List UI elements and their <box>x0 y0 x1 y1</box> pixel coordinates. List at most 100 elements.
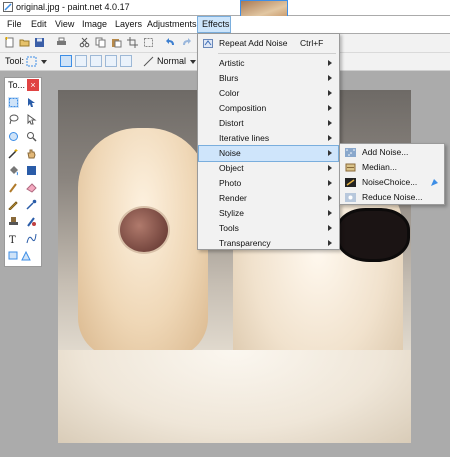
blend-mode-select[interactable]: Normal <box>157 56 186 66</box>
menu-item-render[interactable]: Render <box>199 191 338 206</box>
menu-item-blurs[interactable]: Blurs <box>199 71 338 86</box>
tool-dropdown-arrow-icon[interactable] <box>41 60 47 64</box>
zoom-icon[interactable] <box>26 131 37 142</box>
tools-label: Tools <box>219 223 239 233</box>
gradient-icon[interactable] <box>26 165 37 176</box>
antialiasing-icon[interactable] <box>143 56 154 67</box>
noisechoice-icon <box>345 178 356 187</box>
selection-mode-intersect-button[interactable] <box>105 55 117 67</box>
paintnet-app-icon <box>3 2 13 12</box>
menu-item-tools[interactable]: Tools <box>199 221 338 236</box>
submenu-arrow-icon <box>328 105 332 111</box>
submenu-arrow-icon <box>328 210 332 216</box>
menu-item-photo[interactable]: Photo <box>199 176 338 191</box>
blend-mode-dropdown-arrow-icon[interactable] <box>190 60 196 64</box>
tools-window-close-button[interactable]: × <box>27 79 39 91</box>
noise-label: Noise <box>219 148 241 158</box>
save-icon[interactable] <box>34 37 45 48</box>
menu-item-stylize[interactable]: Stylize <box>199 206 338 221</box>
paintbrush-icon[interactable] <box>8 182 19 193</box>
menu-item-artistic[interactable]: Artistic <box>199 56 338 71</box>
open-icon[interactable] <box>19 37 30 48</box>
menu-layers[interactable]: Layers <box>111 16 146 33</box>
line-curve-icon[interactable] <box>26 233 37 244</box>
color-picker-icon[interactable] <box>26 199 37 210</box>
window-title: original.jpg - paint.net 4.0.17 <box>16 2 130 12</box>
pan-hand-icon[interactable] <box>26 148 37 159</box>
iterative-lines-label: Iterative lines <box>219 133 270 143</box>
menu-edit[interactable]: Edit <box>27 16 51 33</box>
paste-icon[interactable] <box>111 37 122 48</box>
text-tool-icon[interactable]: T <box>8 233 19 244</box>
clone-stamp-icon[interactable] <box>8 216 19 227</box>
selection-mode-replace-button[interactable] <box>60 55 72 67</box>
paint-bucket-icon[interactable] <box>8 165 19 176</box>
undo-icon[interactable] <box>165 37 176 48</box>
menu-item-transparency[interactable]: Transparency <box>199 236 338 251</box>
submenu-item-noisechoice[interactable]: NoiseChoice... <box>341 175 443 190</box>
render-label: Render <box>219 193 247 203</box>
submenu-arrow-icon <box>328 60 332 66</box>
distort-label: Distort <box>219 118 244 128</box>
menu-separator <box>218 53 336 54</box>
submenu-arrow-icon <box>328 120 332 126</box>
menu-file[interactable]: File <box>3 16 26 33</box>
rectangle-select-tool-icon[interactable] <box>26 56 37 67</box>
repeat-add-noise-label: Repeat Add Noise <box>219 38 288 48</box>
eraser-icon[interactable] <box>26 182 37 193</box>
tools-window-header[interactable]: To... × <box>5 78 41 93</box>
svg-text:T: T <box>9 235 16 244</box>
artistic-label: Artistic <box>219 58 245 68</box>
deselect-icon[interactable] <box>143 37 154 48</box>
menu-image[interactable]: Image <box>78 16 111 33</box>
tool-label: Tool: <box>5 56 25 66</box>
sunglasses-right-figure <box>336 208 410 262</box>
menu-adjustments[interactable]: Adjustments <box>143 16 201 33</box>
selection-mode-xor-button[interactable] <box>120 55 132 67</box>
copy-icon[interactable] <box>95 37 106 48</box>
selection-mode-exclude-button[interactable] <box>90 55 102 67</box>
new-image-icon[interactable] <box>4 37 15 48</box>
menu-item-distort[interactable]: Distort <box>199 116 338 131</box>
print-icon[interactable] <box>56 37 67 48</box>
menu-view[interactable]: View <box>51 16 78 33</box>
color-label: Color <box>219 88 240 98</box>
submenu-arrow-icon <box>328 225 332 231</box>
submenu-item-reduce-noise[interactable]: Reduce Noise... <box>341 190 443 205</box>
menu-item-iterative-lines[interactable]: Iterative lines <box>199 131 338 146</box>
menu-item-repeat-add-noise[interactable]: Repeat Add Noise Ctrl+F <box>199 36 338 51</box>
submenu-arrow-icon <box>328 240 332 246</box>
menu-effects[interactable]: Effects <box>197 16 231 33</box>
cut-icon[interactable] <box>79 37 90 48</box>
menu-item-composition[interactable]: Composition <box>199 101 338 116</box>
sunglasses-left-figure <box>118 206 170 254</box>
lasso-select-icon[interactable] <box>8 114 19 125</box>
move-selected-icon[interactable] <box>26 97 37 108</box>
menu-item-object[interactable]: Object <box>199 161 338 176</box>
submenu-arrow-icon <box>328 195 332 201</box>
submenu-arrow-icon <box>328 150 332 156</box>
redo-icon[interactable] <box>181 37 192 48</box>
repeat-add-noise-shortcut: Ctrl+F <box>300 38 324 48</box>
median-icon <box>345 163 356 172</box>
add-noise-icon <box>345 148 356 157</box>
submenu-item-median[interactable]: Median... <box>341 160 443 175</box>
tools-window: To... × T <box>4 77 42 267</box>
shapes-icon[interactable] <box>8 250 37 261</box>
pencil-icon[interactable] <box>8 199 19 210</box>
menu-item-color[interactable]: Color <box>199 86 338 101</box>
selection-mode-union-button[interactable] <box>75 55 87 67</box>
submenu-item-add-noise[interactable]: Add Noise... <box>341 145 443 160</box>
submenu-arrow-icon <box>328 75 332 81</box>
recolor-icon[interactable] <box>26 216 37 227</box>
effects-menu: Repeat Add Noise Ctrl+F Artistic Blurs C… <box>197 33 340 250</box>
noise-submenu: Add Noise... Median... NoiseChoice... Re… <box>339 143 445 205</box>
move-selection-icon[interactable] <box>26 114 37 125</box>
magic-wand-icon[interactable] <box>8 148 19 159</box>
menu-item-noise[interactable]: Noise <box>198 145 339 162</box>
crop-to-selection-icon[interactable] <box>127 37 138 48</box>
ellipse-select-icon[interactable] <box>8 131 19 142</box>
photo-label: Photo <box>219 178 242 188</box>
submenu-arrow-icon <box>328 90 332 96</box>
rectangle-select-icon[interactable] <box>8 97 19 108</box>
